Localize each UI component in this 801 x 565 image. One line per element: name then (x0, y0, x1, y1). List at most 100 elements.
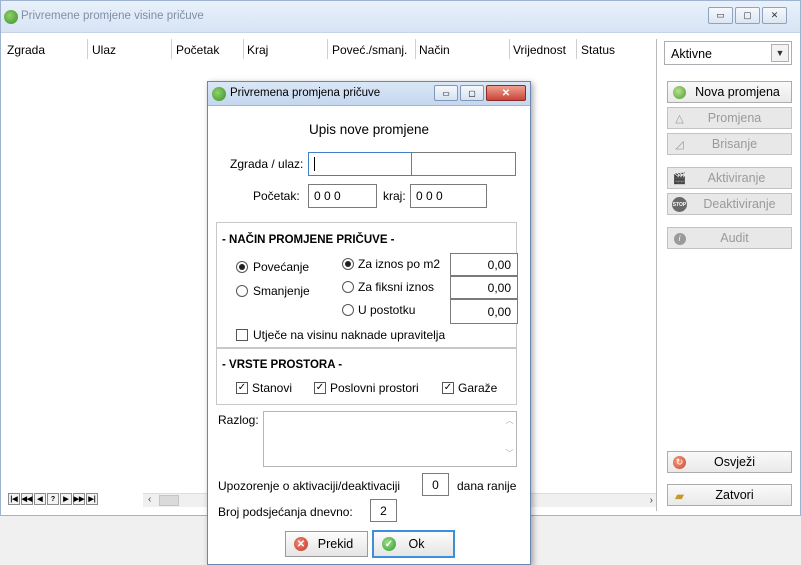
new-change-dialog: Privremena promjena pričuve ▭ ▢ ✕ Upis n… (207, 81, 531, 565)
audit-button[interactable]: i Audit (667, 227, 792, 249)
new-change-label: Nova promjena (695, 85, 780, 99)
cancel-label: Prekid (317, 537, 354, 551)
ok-button[interactable]: ✓ Ok (372, 530, 455, 558)
delete-label: Brisanje (711, 137, 758, 151)
edit-button[interactable]: △ Promjena (667, 107, 792, 129)
column-divider (327, 39, 328, 59)
decrease-radio[interactable] (236, 285, 248, 297)
deactivate-label: Deaktiviranje (703, 197, 776, 211)
nav-next-page-button[interactable]: ▶▶ (73, 493, 85, 505)
scroll-thumb[interactable] (159, 495, 179, 506)
building-input[interactable] (308, 152, 412, 176)
edit-icon: △ (675, 113, 684, 125)
close-window-label: Zatvori (715, 488, 754, 502)
nav-prev-button[interactable]: ◀ (34, 493, 46, 505)
nav-last-button[interactable]: ▶| (86, 493, 98, 505)
audit-label: Audit (720, 231, 749, 245)
column-header-value[interactable]: Vrijednost (513, 43, 566, 57)
affects-fee-checkbox[interactable] (236, 329, 248, 341)
scroll-up-icon[interactable]: ︿ (503, 415, 516, 426)
app-icon (4, 10, 18, 24)
activate-label: Aktiviranje (707, 171, 766, 185)
dialog-app-icon (212, 87, 226, 101)
dialog-minimize-button[interactable]: ▭ (434, 85, 458, 101)
scroll-down-icon[interactable]: ﹀ (503, 448, 516, 459)
column-header-end[interactable]: Kraj (247, 43, 268, 57)
delete-button[interactable]: ◿ Brisanje (667, 133, 792, 155)
maximize-button[interactable]: ▢ (735, 7, 760, 24)
method-group-title: - NAČIN PROMJENE PRIČUVE - (222, 234, 395, 246)
dialog-title: Privremena promjena pričuve (230, 87, 381, 99)
edit-label: Promjena (707, 111, 762, 125)
nav-next-button[interactable]: ▶ (60, 493, 72, 505)
add-icon (672, 85, 687, 100)
column-header-status[interactable]: Status (581, 43, 615, 57)
reminders-label: Broj podsjećanja dnevno: (218, 505, 353, 519)
business-spaces-checkbox[interactable]: ✓ (314, 382, 326, 394)
close-window-button[interactable]: ▰ Zatvori (667, 484, 792, 506)
scroll-left-icon[interactable]: ‹ (148, 494, 151, 505)
percent-radio[interactable] (342, 304, 354, 316)
dialog-close-button[interactable]: ✕ (486, 85, 526, 101)
column-divider (509, 39, 510, 59)
column-divider (87, 39, 88, 59)
scroll-right-icon[interactable]: › (650, 495, 653, 506)
column-divider (171, 39, 172, 59)
warning-days-input[interactable]: 0 (422, 473, 449, 496)
end-date-input[interactable]: 0 0 0 (410, 184, 487, 208)
deactivate-button[interactable]: STOP Deaktiviranje (667, 193, 792, 215)
reason-textarea[interactable] (263, 411, 517, 467)
affects-fee-label: Utječe na visinu naknade upravitelja (253, 328, 446, 342)
info-icon: i (672, 231, 687, 246)
ok-icon: ✓ (382, 537, 396, 551)
reason-label: Razlog: (218, 413, 259, 427)
column-header-method[interactable]: Način (419, 43, 450, 57)
status-filter-value: Aktivne (671, 47, 712, 61)
nav-first-button[interactable]: |◀ (8, 493, 20, 505)
new-change-button[interactable]: Nova promjena (667, 81, 792, 103)
refresh-button[interactable]: ↻ Osvježi (667, 451, 792, 473)
activate-button[interactable]: 🎬 Aktiviranje (667, 167, 792, 189)
decrease-label: Smanjenje (253, 284, 310, 298)
cancel-button[interactable]: ✕ Prekid (285, 531, 368, 557)
entrance-input[interactable] (411, 152, 516, 176)
percent-label: U postotku (358, 303, 416, 317)
percent-input[interactable]: 0,00 (450, 299, 518, 324)
increase-radio[interactable] (236, 261, 248, 273)
end-label: kraj: (383, 189, 406, 203)
fixed-amount-radio[interactable] (342, 281, 354, 293)
text-cursor (314, 157, 315, 171)
warning-label: Upozorenje o aktivaciji/deaktivaciji (218, 479, 401, 493)
per-m2-radio[interactable] (342, 258, 354, 270)
start-date-input[interactable]: 0 0 0 (308, 184, 377, 208)
reminders-input[interactable]: 2 (370, 499, 397, 522)
nav-prev-page-button[interactable]: ◀◀ (21, 493, 33, 505)
column-divider (576, 39, 577, 59)
refresh-icon: ↻ (672, 455, 687, 470)
folder-icon: ▰ (674, 488, 685, 503)
column-header-change[interactable]: Poveć./smanj. (332, 43, 407, 57)
per-m2-amount-input[interactable]: 0,00 (450, 253, 518, 276)
ok-label: Ok (408, 537, 425, 551)
fixed-amount-input[interactable]: 0,00 (450, 276, 518, 299)
dialog-maximize-button[interactable]: ▢ (460, 85, 484, 101)
column-header-entrance[interactable]: Ulaz (92, 43, 116, 57)
chevron-down-icon[interactable]: ▼ (771, 44, 789, 62)
erase-icon: ◿ (675, 139, 684, 151)
record-navigator: |◀ ◀◀ ◀ ? ▶ ▶▶ ▶| (8, 493, 99, 505)
nav-search-button[interactable]: ? (47, 493, 59, 505)
reason-scrollbar[interactable]: ︿ ﹀ (503, 412, 516, 466)
per-m2-label: Za iznos po m2 (358, 257, 441, 271)
close-button[interactable]: ✕ (762, 7, 787, 24)
status-filter-select[interactable]: Aktivne ▼ (664, 41, 792, 65)
minimize-button[interactable]: ▭ (708, 7, 733, 24)
dialog-title-bar: Privremena promjena pričuve ▭ ▢ ✕ (208, 82, 530, 106)
garages-checkbox[interactable]: ✓ (442, 382, 454, 394)
apartments-checkbox[interactable]: ✓ (236, 382, 248, 394)
garages-label: Garaže (458, 381, 498, 395)
start-label: Početak: (253, 189, 300, 203)
column-header-start[interactable]: Početak (176, 43, 219, 57)
increase-label: Povećanje (253, 260, 310, 274)
clapper-icon: 🎬 (672, 173, 687, 185)
column-header-building[interactable]: Zgrada (7, 43, 45, 57)
